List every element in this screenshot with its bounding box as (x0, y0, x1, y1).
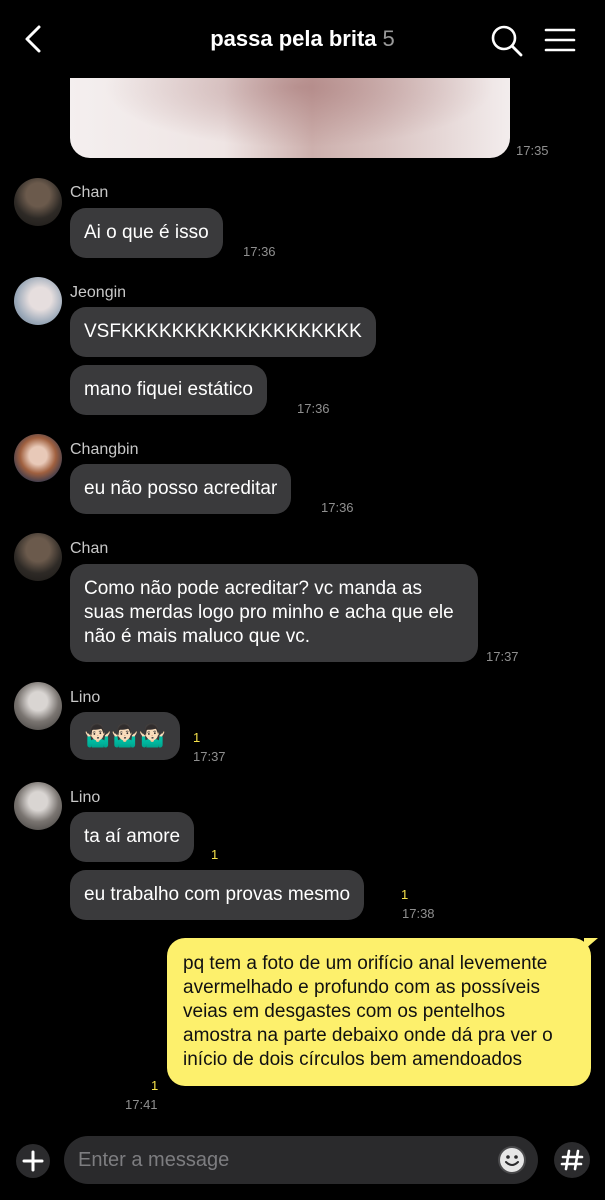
composer-bar (0, 1124, 605, 1200)
sender-name: Jeongin (70, 284, 127, 301)
message-time: 17:41 (125, 1097, 158, 1112)
unread-count: 1 (401, 887, 409, 902)
sender-name: Changbin (70, 441, 139, 458)
message-time: 17:38 (402, 906, 435, 921)
emoji-button[interactable] (498, 1146, 526, 1174)
avatar[interactable] (14, 682, 62, 730)
message-bubble[interactable]: Como não pode acreditar? vc manda as sua… (70, 564, 478, 662)
search-icon[interactable] (490, 24, 524, 58)
message-input[interactable] (78, 1146, 488, 1174)
chat-name: passa pela brita (210, 26, 377, 51)
hamburger-menu-icon[interactable] (544, 26, 576, 54)
sender-name: Lino (70, 789, 101, 806)
message-time: 17:37 (486, 649, 519, 664)
sender-name: Chan (70, 184, 109, 201)
avatar[interactable] (14, 277, 62, 325)
sender-name: Chan (70, 540, 109, 557)
smiley-icon (500, 1148, 524, 1172)
avatar[interactable] (14, 434, 62, 482)
unread-count: 1 (151, 1078, 159, 1093)
bubble-tail (584, 938, 598, 950)
message-time: 17:35 (516, 143, 549, 158)
avatar[interactable] (14, 533, 62, 581)
hash-icon (560, 1149, 584, 1171)
hash-button[interactable] (554, 1142, 590, 1178)
chat-header: passa pela brita 5 (0, 0, 605, 78)
message-bubble[interactable]: mano fiquei estático (70, 365, 267, 415)
message-input-wrapper (64, 1136, 538, 1184)
message-bubble[interactable]: eu não posso acreditar (70, 464, 292, 514)
avatar[interactable] (14, 782, 62, 830)
message-time: 17:36 (297, 401, 330, 416)
sender-name: Lino (70, 689, 101, 706)
avatar[interactable] (14, 178, 62, 226)
plus-button[interactable] (16, 1144, 50, 1178)
message-bubble[interactable]: eu trabalho com provas mesmo (70, 870, 365, 920)
message-bubble[interactable]: ta aí amore (70, 812, 195, 862)
member-count: 5 (382, 26, 395, 51)
message-bubble[interactable]: 🤷🏻‍♂️🤷🏻‍♂️🤷🏻‍♂️ (70, 712, 181, 760)
unread-count: 1 (193, 730, 201, 745)
plus-icon (22, 1150, 44, 1172)
my-message-bubble[interactable]: pq tem a foto de um orifício anal leveme… (167, 938, 591, 1086)
message-time: 17:36 (243, 244, 276, 259)
message-time: 17:36 (321, 500, 354, 515)
unread-count: 1 (211, 847, 219, 862)
message-time: 17:37 (193, 749, 226, 764)
message-bubble[interactable]: Ai o que é isso (70, 208, 223, 258)
message-bubble[interactable]: VSFKKKKKKKKKKKKKKKKKKK (70, 307, 376, 357)
